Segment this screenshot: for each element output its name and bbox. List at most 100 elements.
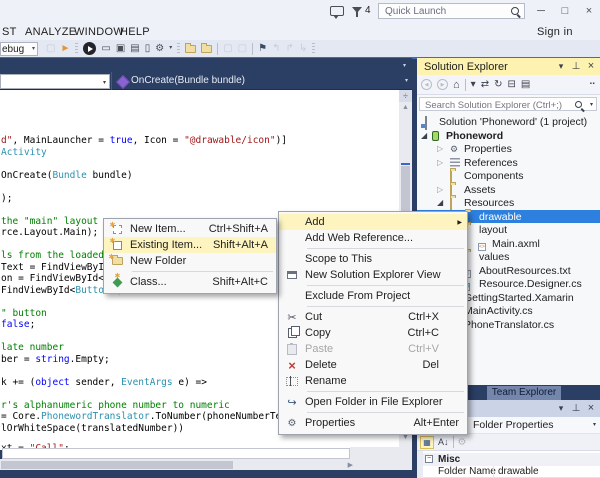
category-row-misc[interactable]: − Misc	[423, 453, 600, 466]
show-all-files-icon[interactable]: ▤	[521, 79, 530, 90]
menu-item-delete[interactable]: × Delete Del	[279, 357, 467, 373]
bookmark-icon[interactable]: ⚑	[258, 41, 267, 56]
menu-help[interactable]: HELP	[120, 26, 150, 38]
doc-disabled-icon[interactable]: ▢	[223, 41, 232, 56]
feedback-icon[interactable]	[330, 6, 344, 16]
overflow-icon[interactable]: ..	[589, 76, 595, 87]
submenu-item-existing-item[interactable]: ✱ Existing Item... Shift+Alt+A	[104, 237, 276, 253]
solution-explorer-titlebar[interactable]: Solution Explorer ▾ ⊥ ×	[417, 58, 600, 75]
nav-forward-disabled-icon[interactable]: ↱	[285, 41, 293, 56]
menu-analyze[interactable]: ANALYZE	[25, 26, 76, 38]
pin-icon[interactable]: ⊥	[569, 60, 583, 73]
menu-item-add-web-reference[interactable]: Add Web Reference...	[279, 230, 467, 246]
forward-icon[interactable]: ▶	[437, 79, 448, 90]
close-button[interactable]: ×	[582, 4, 596, 18]
menu-item-open-folder-in-file-explorer[interactable]: ↪ Open Folder in File Explorer	[279, 394, 467, 410]
expand-arrow[interactable]: ◢	[421, 131, 427, 140]
menu-item-cut[interactable]: ✂ Cut Ctrl+X	[279, 309, 467, 325]
tree-item-properties[interactable]: ▷ ⚙ Properties	[417, 142, 600, 156]
close-icon[interactable]: ×	[584, 402, 598, 415]
nav-back-disabled-icon[interactable]: ↰	[272, 41, 280, 56]
tree-item-phoneword-project[interactable]: ◢ Phoneword	[417, 129, 600, 143]
filter-icon[interactable]: ▾	[471, 79, 476, 90]
property-row-folder-name[interactable]: Folder Name drawable	[423, 466, 600, 478]
menu-item-new-solution-explorer-view[interactable]: New Solution Explorer View	[279, 267, 467, 283]
window-position-icon[interactable]: ▾	[554, 60, 568, 73]
document-well-dropdown-icon[interactable]: ▾	[403, 62, 406, 69]
sort-alphabetical-icon[interactable]: A↓	[438, 437, 449, 447]
editor-splitter-handle[interactable]: ÷	[399, 90, 412, 102]
console-icon[interactable]: ▤	[130, 41, 139, 56]
tab-team-explorer[interactable]: Team Explorer	[487, 386, 561, 400]
chevron-down-icon[interactable]: ▾	[405, 77, 408, 84]
sign-in-link[interactable]: Sign in	[537, 26, 573, 38]
tree-item-resources[interactable]: ◢ Resources	[417, 196, 600, 210]
back-icon[interactable]: ◀	[421, 79, 432, 90]
document-tab-strip: ▾	[0, 58, 412, 72]
expand-arrow[interactable]: ◢	[437, 198, 443, 207]
toolbar-grip[interactable]	[312, 43, 315, 55]
scroll-right-icon[interactable]: ▶	[348, 461, 353, 469]
sync-active-document-icon[interactable]: ⇄	[481, 79, 489, 90]
menu-window[interactable]: WINDOW	[74, 26, 124, 38]
property-pages-wrench-icon[interactable]: ⚙	[458, 437, 467, 448]
home-icon[interactable]: ⌂	[453, 79, 460, 91]
solution-explorer-search-input[interactable]: Search Solution Explorer (Ctrl+;) ▾	[419, 97, 597, 111]
categorized-icon[interactable]: ▦	[420, 436, 434, 449]
device-manager-icon[interactable]	[201, 45, 212, 53]
debug-configuration-combo[interactable]: ebug ▾	[0, 42, 38, 56]
horizontal-scroll-thumb[interactable]	[1, 461, 233, 469]
nav-more-disabled-icon[interactable]: ↳	[299, 41, 307, 56]
device-phone-icon[interactable]: ▯	[145, 41, 151, 56]
toolbar-grip[interactable]	[75, 43, 78, 55]
type-dropdown[interactable]: ▾	[0, 74, 110, 89]
menu-item-add[interactable]: Add ▶	[279, 214, 467, 230]
settings-gear-icon[interactable]: ⚙	[155, 41, 164, 56]
debug-combo-value: ebug	[2, 44, 24, 55]
scroll-up-icon[interactable]: ▲	[399, 104, 412, 111]
tree-item-solution[interactable]: Solution 'Phoneword' (1 project)	[417, 115, 600, 129]
disabled-tool-icon[interactable]: ▢	[46, 41, 55, 56]
menu-item-properties[interactable]: ⚙ Properties Alt+Enter	[279, 415, 467, 431]
chevron-down-icon[interactable]: ▾	[169, 41, 172, 56]
horizontal-scrollbar[interactable]: ▶	[0, 459, 356, 470]
collapse-all-icon[interactable]: ⊟	[507, 79, 515, 90]
notification-count[interactable]: 4	[365, 5, 371, 16]
tree-item-references[interactable]: ▷ References	[417, 156, 600, 170]
target-device-icon[interactable]: ▭	[101, 41, 110, 56]
menu-test-truncated[interactable]: ST	[2, 26, 17, 38]
menu-item-copy[interactable]: Copy Ctrl+C	[279, 325, 467, 341]
collapse-category-icon[interactable]: −	[425, 455, 433, 463]
open-folder-arrow-icon: ↪	[279, 396, 305, 409]
refresh-icon[interactable]: ↻	[494, 79, 502, 90]
tree-item-assets[interactable]: ▷ Assets	[417, 183, 600, 197]
expand-arrow[interactable]: ▷	[437, 158, 443, 167]
toolbar-grip[interactable]	[177, 43, 180, 55]
sdk-manager-icon[interactable]	[185, 45, 196, 53]
close-icon[interactable]: ×	[584, 60, 598, 73]
menu-item-paste-disabled[interactable]: Paste Ctrl+V	[279, 341, 467, 357]
submenu-item-class[interactable]: ✱ Class... Shift+Alt+C	[104, 274, 276, 290]
window-position-icon[interactable]: ▾	[554, 402, 568, 415]
menu-item-rename[interactable]: Rename	[279, 373, 467, 389]
submenu-item-new-item[interactable]: ✱ New Item... Ctrl+Shift+A	[104, 221, 276, 237]
property-value[interactable]: drawable	[498, 466, 539, 477]
minimize-button[interactable]: ─	[534, 4, 548, 18]
menu-item-scope-to-this[interactable]: Scope to This	[279, 251, 467, 267]
pin-icon[interactable]: ⊥	[569, 402, 583, 415]
expand-arrow[interactable]: ▷	[437, 185, 443, 194]
attach-icon[interactable]: ►	[60, 41, 70, 56]
start-debug-icon[interactable]	[83, 42, 96, 55]
expand-arrow[interactable]: ▷	[437, 144, 443, 153]
maximize-button[interactable]: □	[558, 4, 572, 18]
new-folder-icon: ✱	[104, 257, 130, 265]
member-dropdown[interactable]: OnCreate(Bundle bundle)	[131, 75, 245, 86]
notifications-filter-icon[interactable]	[352, 7, 362, 13]
menu-item-exclude-from-project[interactable]: Exclude From Project	[279, 288, 467, 304]
scroll-down-icon[interactable]: ▼	[399, 434, 412, 441]
tree-item-components[interactable]: Components	[417, 169, 600, 183]
quick-launch-input[interactable]: Quick Launch	[378, 3, 525, 19]
emulator-icon[interactable]: ▣	[116, 41, 125, 56]
doc-disabled-icon[interactable]: ▢	[238, 41, 247, 56]
submenu-item-new-folder[interactable]: ✱ New Folder	[104, 253, 276, 269]
